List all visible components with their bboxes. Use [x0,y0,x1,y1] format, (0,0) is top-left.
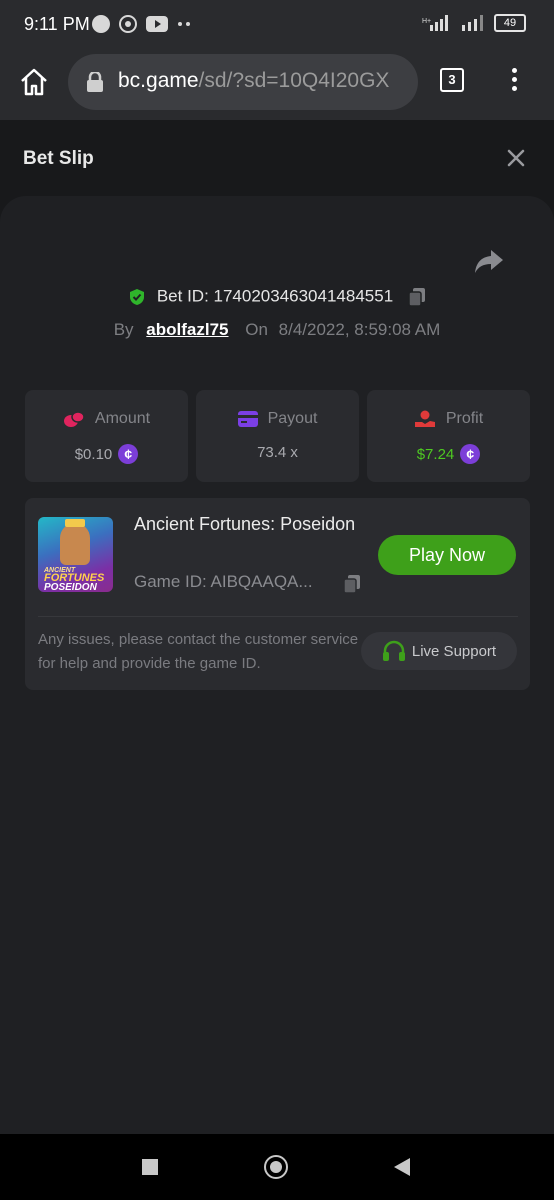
system-icons: H+ 49 [422,14,526,32]
stat-profit-value: $7.24 [416,445,455,463]
by-label: By [113,320,134,339]
headset-icon [382,640,405,661]
url-text: bc.game/sd/?sd=10Q4I20GX [118,69,389,93]
menu-icon[interactable] [508,68,520,94]
bet-slip-sheet: Bet ID: 1740203463041484551 By abolfazl7… [0,196,554,1136]
live-support-button[interactable]: Live Support [361,632,517,670]
tab-switcher-button[interactable]: 3 [440,68,464,92]
help-text: Any issues, please contact the customer … [38,631,359,672]
bet-stats: Amount $0.10 ¢ Payout 73.4 x Profit $7.2… [25,390,530,482]
stat-payout-value: 73.4 x [257,444,298,461]
hand-coin-icon [414,410,435,427]
youtube-icon [146,16,168,32]
browser-toolbar: bc.game/sd/?sd=10Q4I20GX 3 [0,50,554,120]
bet-author-row: By abolfazl75 On 8/4/2022, 8:59:08 AM [0,320,554,340]
close-icon[interactable] [506,148,526,168]
stat-payout: Payout 73.4 x [196,390,359,482]
page-title: Bet Slip [23,148,94,169]
home-icon[interactable] [18,66,50,98]
username-link[interactable]: abolfazl75 [146,320,228,339]
url-host: bc.game [118,69,199,92]
game-card: ANCIENT FORTUNES POSEIDON Ancient Fortun… [25,498,530,690]
stat-payout-label: Payout [267,410,318,427]
status-time: 9:11 PM [24,14,90,34]
card-icon [237,411,258,427]
game-title: Ancient Fortunes: Poseidon [134,514,356,534]
bet-id: Bet ID: 1740203463041484551 [156,286,394,306]
game-id: Game ID: AIBQAAQA... [134,572,313,591]
play-now-button[interactable]: Play Now [378,535,516,575]
notification-icons [92,14,192,34]
stat-amount: Amount $0.10 ¢ [25,390,188,482]
stat-profit-label: Profit [445,410,484,427]
whatsapp-icon [119,15,137,33]
lock-icon [87,72,103,92]
bet-slip-page: Bet Slip Bet ID: 1740203463041484551 By … [0,120,554,1136]
system-nav-bar [0,1134,554,1200]
bet-id-row: Bet ID: 1740203463041484551 [0,286,554,307]
live-support-label: Live Support [411,642,497,660]
stat-amount-label: Amount [94,410,151,427]
notification-dot-icon [92,15,110,33]
back-icon[interactable] [394,1158,410,1176]
more-notifications-icon [178,22,190,26]
battery-icon: 49 [494,14,526,32]
currency-coin-icon: ¢ [460,444,481,464]
home-nav-icon[interactable] [264,1155,288,1179]
stat-profit: Profit $7.24 ¢ [367,390,530,482]
copy-icon[interactable] [408,287,426,307]
copy-icon[interactable] [343,574,361,594]
svg-text:H+: H+ [422,18,431,25]
bet-datetime: 8/4/2022, 8:59:08 AM [278,320,441,339]
recents-icon[interactable] [142,1159,158,1175]
url-path: /sd/?sd=10Q4I20GX [198,69,390,92]
signal-2-icon [462,15,483,31]
signal-icon: H+ [422,15,448,31]
on-label: On [245,320,268,339]
game-thumbnail[interactable]: ANCIENT FORTUNES POSEIDON [38,517,113,592]
status-bar: 9:11 PM H+ 49 [0,0,554,50]
stat-amount-value: $0.10 [74,445,113,463]
currency-coin-icon: ¢ [118,444,139,464]
divider [38,616,518,617]
shield-check-icon [130,288,145,305]
coins-icon [63,411,85,427]
address-bar[interactable]: bc.game/sd/?sd=10Q4I20GX [68,54,418,110]
share-icon[interactable] [474,248,504,274]
